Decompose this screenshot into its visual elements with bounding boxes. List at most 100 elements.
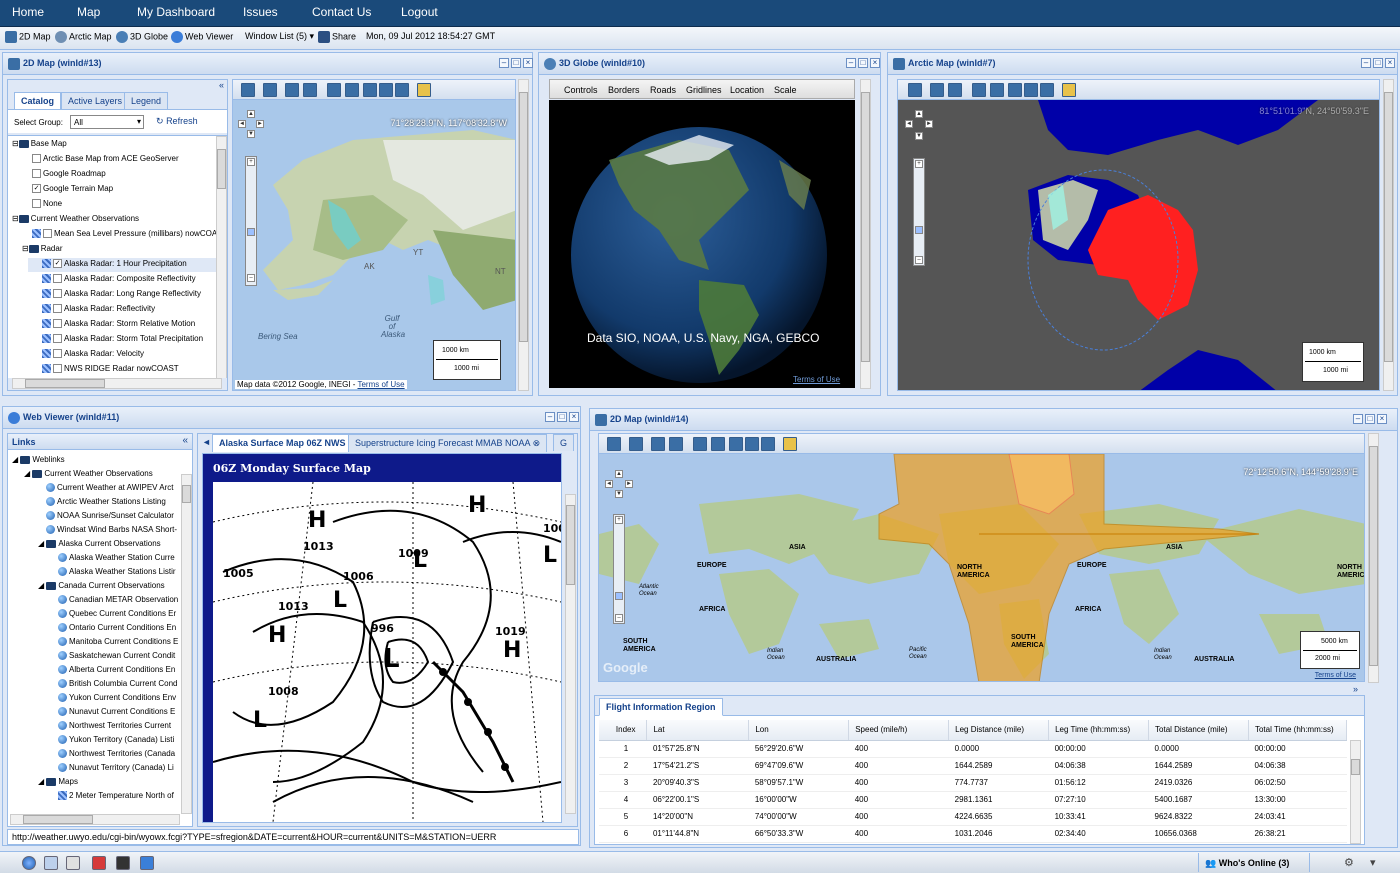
scroll-thumb[interactable]: [566, 505, 575, 585]
tab-flight-information-region[interactable]: Flight Information Region: [599, 698, 723, 716]
nav-logout[interactable]: Logout: [401, 5, 438, 19]
toolbar-web-viewer-button[interactable]: Web Viewer: [171, 31, 233, 43]
world-map-view[interactable]: 72°12'50.6"N, 144°59'28.9"E ASIA EUROPE …: [598, 433, 1365, 682]
expand-icon[interactable]: »: [1353, 684, 1358, 694]
tree-node[interactable]: NOAA Sunrise/Sunset Calculator: [46, 511, 174, 521]
maximize-icon[interactable]: □: [1365, 414, 1375, 424]
nav-map[interactable]: Map: [77, 5, 100, 19]
checkbox[interactable]: [53, 319, 62, 329]
scroll-thumb[interactable]: [217, 149, 226, 189]
grid-icon[interactable]: [303, 83, 317, 97]
tree-node[interactable]: Quebec Current Conditions Er: [58, 609, 176, 619]
select-group-dropdown[interactable]: All ▾: [70, 115, 144, 129]
minimize-icon[interactable]: –: [1353, 414, 1363, 424]
links-scrollbar[interactable]: [181, 474, 192, 814]
arrow-up-icon[interactable]: [140, 856, 154, 870]
zoom-in-icon[interactable]: [972, 83, 986, 97]
export-icon[interactable]: [417, 83, 431, 97]
tree-node[interactable]: Alaska Radar: Storm Total Precipitation: [42, 334, 203, 344]
minimize-icon[interactable]: –: [846, 58, 856, 68]
pan-down-icon[interactable]: ▼: [247, 130, 255, 138]
table-row[interactable]: 2 17°54'21.2"S 69°47'09.6"W 400 1644.2589 04:…: [599, 757, 1347, 775]
checkbox[interactable]: [53, 274, 62, 284]
tree-node[interactable]: ⊟ Current Weather Observations: [12, 214, 139, 223]
toolbar-3d-globe-button[interactable]: 3D Globe: [116, 31, 168, 43]
scroll-thumb[interactable]: [1369, 446, 1378, 666]
tree-node[interactable]: Alaska Weather Stations Listir: [58, 567, 176, 577]
layers-icon[interactable]: [241, 83, 255, 97]
alert-icon[interactable]: [92, 856, 106, 870]
menu-controls[interactable]: Controls: [564, 85, 598, 95]
checkbox[interactable]: [53, 289, 62, 299]
checkbox-checked[interactable]: ✓: [53, 259, 62, 269]
minimize-icon[interactable]: –: [545, 412, 555, 422]
tree-node[interactable]: ◢ Canada Current Observations: [38, 581, 165, 590]
export-icon[interactable]: [1062, 83, 1076, 97]
tree-node[interactable]: Alaska Radar: Long Range Reflectivity: [42, 289, 201, 299]
tree-node[interactable]: Yukon Territory (Canada) Listi: [58, 735, 174, 745]
toolbar-share-button[interactable]: Share: [318, 31, 356, 43]
table-row[interactable]: 5 14°20'00"N 74°00'00"W 400 4224.6635 10:33:4…: [599, 808, 1347, 826]
arrow-left-icon[interactable]: [379, 83, 393, 97]
grid-icon[interactable]: [948, 83, 962, 97]
terms-link[interactable]: Terms of Use: [357, 380, 404, 389]
column-header[interactable]: Leg Distance (mile): [948, 720, 1050, 741]
arrow-up-icon[interactable]: [363, 83, 377, 97]
table-scrollbar[interactable]: [1350, 740, 1361, 844]
scroll-thumb[interactable]: [182, 485, 191, 503]
tree-node[interactable]: ◢ Maps: [38, 777, 78, 786]
tree-node[interactable]: Canadian METAR Observation: [58, 595, 178, 605]
terms-link[interactable]: Terms of Use: [793, 375, 840, 384]
pan-up-icon[interactable]: ▲: [615, 470, 623, 478]
pan-down-icon[interactable]: ▼: [615, 490, 623, 498]
zoom-in-icon[interactable]: [693, 437, 707, 451]
tab-catalog[interactable]: Catalog: [14, 92, 62, 109]
tree-node[interactable]: Northwest Territories (Canada: [58, 749, 175, 759]
column-header[interactable]: Index: [599, 720, 648, 741]
close-icon[interactable]: ×: [1377, 414, 1387, 424]
column-header[interactable]: Total Distance (mile): [1148, 720, 1249, 741]
scroll-thumb[interactable]: [861, 92, 870, 362]
tools-icon[interactable]: [116, 856, 130, 870]
map-view[interactable]: 71°28'28.9"N, 117°08'32.8"W Bering Sea G…: [232, 79, 516, 391]
chart-icon[interactable]: [629, 437, 643, 451]
chart-icon[interactable]: [263, 83, 277, 97]
table-row[interactable]: 3 20°09'40.3"S 58°09'57.1"W 400 774.7737 01:5…: [599, 774, 1347, 792]
tree-node[interactable]: Alaska Weather Station Curre: [58, 553, 175, 563]
pan-left-icon[interactable]: ◄: [605, 480, 613, 488]
settings-icon[interactable]: ⚙: [1344, 856, 1354, 869]
export-icon[interactable]: [783, 437, 797, 451]
tree-node[interactable]: ⊟ Radar: [22, 244, 63, 253]
table-row[interactable]: 4 06°22'00.1"S 16°00'00"W 400 2981.1361 07:27…: [599, 791, 1347, 809]
tree-node[interactable]: Yukon Current Conditions Env: [58, 693, 176, 703]
globe-view[interactable]: Data SIO, NOAA, U.S. Navy, NGA, GEBCO Te…: [549, 100, 855, 388]
tree-node[interactable]: Northwest Territories Current: [58, 721, 171, 731]
arrow-right-icon[interactable]: [395, 83, 409, 97]
checkbox[interactable]: [32, 199, 41, 209]
checkbox[interactable]: [53, 334, 62, 344]
nav-issues[interactable]: Issues: [243, 5, 278, 19]
tree-node[interactable]: ✓ Alaska Radar: 1 Hour Precipitation: [42, 259, 187, 269]
tab-legend[interactable]: Legend: [124, 92, 169, 109]
grid-icon[interactable]: [669, 437, 683, 451]
close-icon[interactable]: ×: [870, 58, 880, 68]
panel-header[interactable]: 3D Globe (winId#10) – □ ×: [539, 53, 880, 75]
tab-more[interactable]: G: [553, 434, 575, 451]
column-header[interactable]: Lon: [748, 720, 850, 741]
zoom-slider-thumb[interactable]: [247, 228, 255, 236]
panel-scrollbar[interactable]: [518, 79, 529, 391]
chevron-down-icon[interactable]: ▾: [1370, 856, 1376, 869]
layers-icon[interactable]: [607, 437, 621, 451]
panel-header[interactable]: Arctic Map (winId#7) – □ ×: [888, 53, 1397, 75]
tree-node[interactable]: None: [32, 199, 62, 209]
panel-header[interactable]: 2D Map (winId#13) – □ ×: [3, 53, 533, 75]
pan-right-icon[interactable]: ►: [625, 480, 633, 488]
menu-gridlines[interactable]: Gridlines: [686, 85, 722, 95]
tree-node[interactable]: Nunavut Territory (Canada) Li: [58, 763, 174, 773]
tree-node[interactable]: ◢ Current Weather Observations: [24, 469, 153, 478]
arrow-right-icon[interactable]: [761, 437, 775, 451]
tree-node[interactable]: Arctic Weather Stations Listing: [46, 497, 166, 507]
toolbar-arctic-map-button[interactable]: Arctic Map: [55, 31, 112, 43]
tree-node[interactable]: Current Weather at AWIPEV Arct: [46, 483, 174, 493]
arctic-map-view[interactable]: 81°51'01.9"N, 24°50'59.3"E ▲ ◄ ► ▼ + – 1…: [897, 79, 1380, 391]
